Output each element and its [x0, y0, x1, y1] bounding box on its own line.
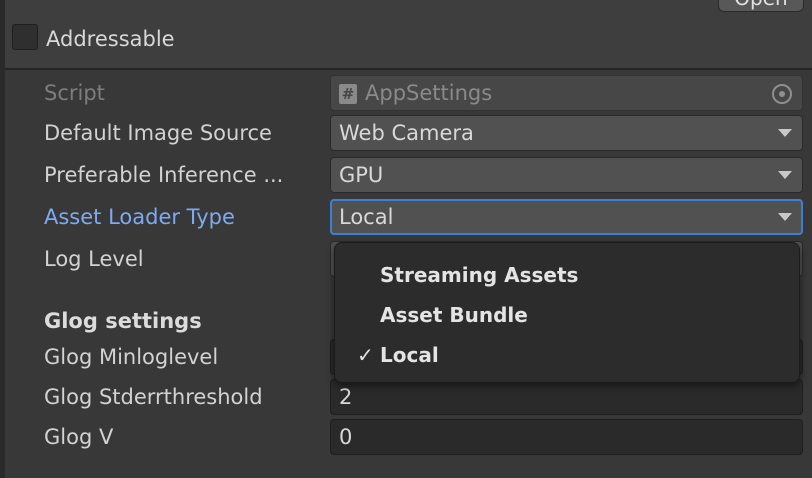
dropdown-option-asset-bundle[interactable]: Asset Bundle — [335, 296, 799, 334]
default-image-source-label: Default Image Source — [44, 121, 272, 145]
glog-v-value: 0 — [339, 425, 353, 449]
preferable-inference-label: Preferable Inference ... — [44, 163, 284, 187]
preferable-inference-value: GPU — [339, 163, 384, 187]
addressable-checkbox[interactable] — [12, 24, 38, 50]
glog-settings-heading: Glog settings — [44, 309, 202, 333]
script-object-field: # AppSettings — [330, 75, 803, 111]
log-level-label: Log Level — [44, 247, 144, 271]
dropdown-option-local[interactable]: ✓ Local — [335, 336, 799, 374]
asset-loader-type-value: Local — [339, 205, 394, 229]
dropdown-option-streaming-assets[interactable]: Streaming Assets — [335, 256, 799, 294]
glog-stderrthreshold-field[interactable]: 2 — [330, 379, 803, 415]
chevron-down-icon — [778, 213, 792, 221]
glog-stderrthreshold-label: Glog Stderrthreshold — [44, 385, 263, 409]
preferable-inference-select[interactable]: GPU — [330, 157, 803, 193]
default-image-source-value: Web Camera — [339, 121, 474, 145]
chevron-down-icon — [778, 171, 792, 179]
addressable-label: Addressable — [46, 27, 175, 51]
dropdown-option-label: Streaming Assets — [380, 263, 579, 287]
asset-loader-type-label: Asset Loader Type — [44, 205, 235, 229]
glog-v-field[interactable]: 0 — [330, 419, 803, 455]
glog-stderrthreshold-value: 2 — [339, 385, 353, 409]
script-value: AppSettings — [365, 81, 493, 105]
inspector-left-edge — [0, 0, 5, 478]
default-image-source-select[interactable]: Web Camera — [330, 115, 803, 151]
asset-loader-type-dropdown: Streaming Assets Asset Bundle ✓ Local — [334, 242, 800, 383]
glog-v-label: Glog V — [44, 425, 114, 449]
glog-minloglevel-label: Glog Minloglevel — [44, 345, 219, 369]
dropdown-option-label: Local — [380, 343, 439, 367]
dropdown-option-label: Asset Bundle — [380, 303, 528, 327]
csharp-script-icon: # — [339, 84, 357, 104]
asset-loader-type-select[interactable]: Local — [330, 199, 803, 235]
open-button[interactable]: Open — [718, 0, 804, 12]
chevron-down-icon — [778, 129, 792, 137]
header-divider — [5, 68, 812, 70]
script-label: Script — [44, 81, 105, 105]
object-picker-icon[interactable] — [772, 84, 792, 104]
checkmark-icon: ✓ — [357, 343, 374, 367]
